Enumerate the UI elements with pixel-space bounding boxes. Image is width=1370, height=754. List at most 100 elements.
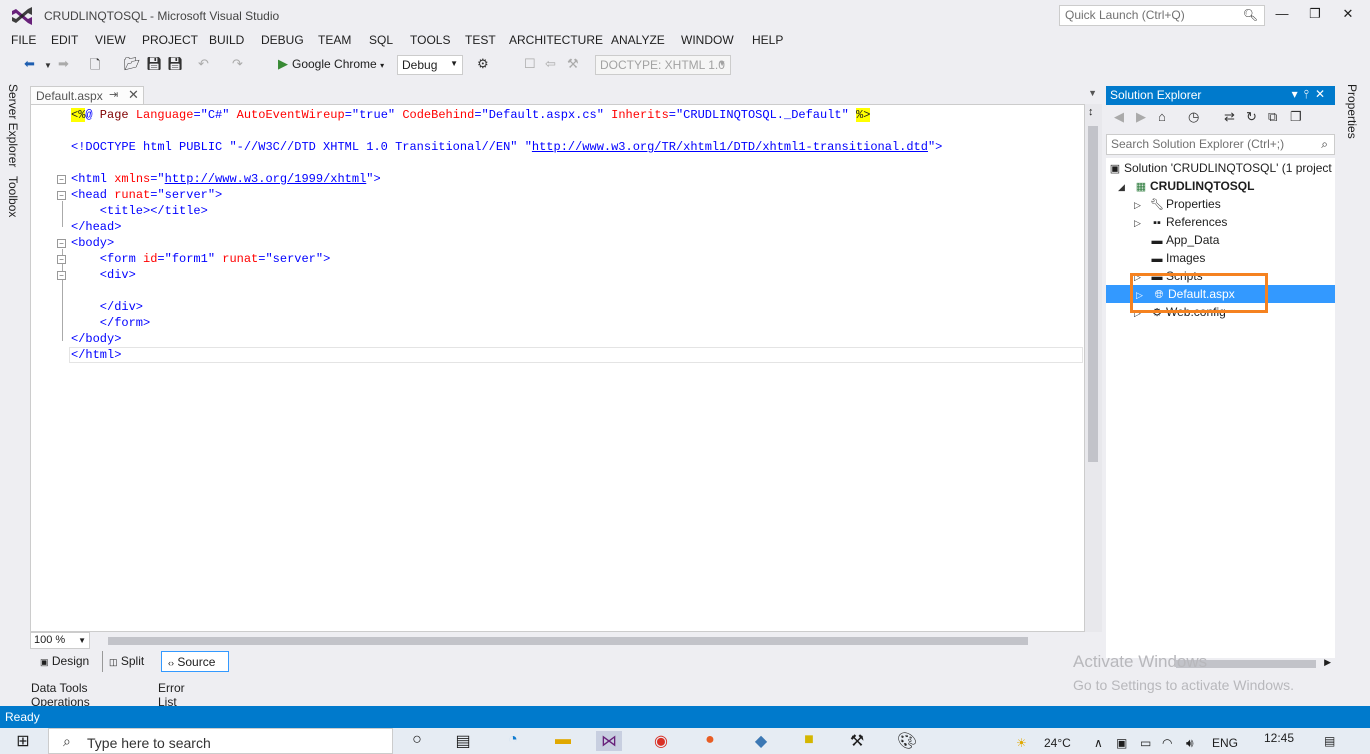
tab-split[interactable]: ◫ Split bbox=[102, 651, 150, 672]
battery-icon[interactable]: ▭ bbox=[1140, 736, 1151, 750]
solution-configuration-select[interactable]: Debug ▼ bbox=[397, 55, 463, 75]
expand-arrow-icon[interactable]: ▷ bbox=[1134, 196, 1148, 214]
dtd-url-link[interactable]: http://www.w3.org/TR/xhtml1/DTD/xhtml1-t… bbox=[532, 140, 928, 154]
split-editor-icon[interactable]: ↕ bbox=[1088, 106, 1094, 118]
menu-sql[interactable]: SQL bbox=[369, 33, 393, 47]
edge-icon[interactable]: ◔ bbox=[500, 731, 526, 751]
notifications-icon[interactable]: ▤ bbox=[1324, 734, 1335, 748]
menu-build[interactable]: BUILD bbox=[209, 33, 244, 47]
redo-icon[interactable]: ↷ bbox=[232, 56, 243, 74]
menu-debug[interactable]: DEBUG bbox=[261, 33, 304, 47]
collapse-form-icon[interactable]: − bbox=[57, 255, 66, 264]
save-icon[interactable]: 💾︎ bbox=[146, 56, 163, 74]
menu-architecture[interactable]: ARCHITECTURE bbox=[509, 33, 603, 47]
browser-link-icon[interactable]: ⚙ bbox=[477, 56, 489, 74]
collapse-all-icon[interactable]: ⧉ bbox=[1268, 109, 1277, 127]
cortana-icon[interactable]: ○ bbox=[404, 731, 430, 751]
menu-test[interactable]: TEST bbox=[465, 33, 496, 47]
minimize-button[interactable]: — bbox=[1272, 6, 1292, 24]
refresh-icon[interactable]: ↻ bbox=[1246, 109, 1257, 127]
app-icon[interactable]: ● bbox=[697, 731, 723, 751]
collapse-div-icon[interactable]: − bbox=[57, 271, 66, 280]
menu-view[interactable]: VIEW bbox=[95, 33, 126, 47]
volume-icon[interactable]: 🔊︎ bbox=[1186, 736, 1194, 751]
menu-team[interactable]: TEAM bbox=[318, 33, 351, 47]
collapse-html-icon[interactable]: − bbox=[57, 175, 66, 184]
tab-default-aspx[interactable]: Default.aspx ⇥ ✕ bbox=[30, 86, 144, 104]
show-all-files-icon[interactable]: ❐ bbox=[1290, 109, 1302, 127]
server-explorer-tab[interactable]: Server Explorer bbox=[6, 84, 20, 167]
toolbox-tab[interactable]: Toolbox bbox=[6, 176, 20, 217]
navigate-icon[interactable]: ⇦ bbox=[545, 56, 556, 74]
back-icon[interactable]: ◀ bbox=[1114, 109, 1124, 127]
menu-file[interactable]: FILE bbox=[11, 33, 36, 47]
weather-temp[interactable]: 24°C bbox=[1044, 736, 1071, 750]
file-explorer-icon[interactable]: ▬ bbox=[550, 731, 576, 751]
sticky-notes-icon[interactable]: ■ bbox=[796, 731, 822, 751]
zoom-select[interactable]: 100 % ▼ bbox=[30, 632, 90, 649]
menu-window[interactable]: WINDOW bbox=[681, 33, 734, 47]
pending-changes-icon[interactable]: ◷ bbox=[1188, 109, 1199, 127]
doctype-select[interactable]: DOCTYPE: XHTML 1.0 ▼ bbox=[595, 55, 731, 75]
network-icon[interactable]: ▣ bbox=[1116, 736, 1127, 750]
scroll-thumb[interactable] bbox=[1088, 126, 1098, 462]
menu-help[interactable]: HELP bbox=[752, 33, 783, 47]
restore-button[interactable]: ❐ bbox=[1305, 6, 1325, 24]
tools-icon[interactable]: ⚒ bbox=[567, 56, 579, 74]
quick-launch-input[interactable]: Quick Launch (Ctrl+Q) 🔍︎ bbox=[1059, 5, 1265, 26]
tab-source[interactable]: ‹› Source bbox=[161, 651, 229, 672]
xmlns-url-link[interactable]: http://www.w3.org/1999/xhtml bbox=[165, 172, 367, 186]
pin-icon[interactable]: ⇥ bbox=[109, 88, 118, 101]
sync-icon[interactable]: ⇄ bbox=[1224, 109, 1235, 127]
expand-arrow-icon[interactable]: ▷ bbox=[1134, 214, 1148, 232]
forward-icon[interactable]: ➡ bbox=[58, 56, 69, 74]
tree-solution[interactable]: ▣ Solution 'CRUDLINQTOSQL' (1 project bbox=[1106, 159, 1335, 177]
python-icon[interactable]: ◆ bbox=[748, 731, 774, 751]
close-button[interactable]: ✕ bbox=[1338, 6, 1358, 24]
back-icon[interactable]: ⬅ bbox=[24, 56, 35, 74]
tree-item-references[interactable]: ▷ ▪▪ References bbox=[1134, 213, 1227, 231]
properties-tab[interactable]: Properties bbox=[1345, 84, 1359, 139]
undo-icon[interactable]: ↶ bbox=[198, 56, 209, 74]
wifi-icon[interactable]: ◠ bbox=[1162, 736, 1172, 750]
chrome-icon[interactable]: ◉ bbox=[648, 731, 674, 751]
collapse-body-icon[interactable]: − bbox=[57, 239, 66, 248]
tree-item-app-data[interactable]: ▬ App_Data bbox=[1148, 231, 1220, 249]
menu-tools[interactable]: TOOLS bbox=[410, 33, 450, 47]
back-dropdown-icon[interactable]: ▼ bbox=[44, 61, 52, 79]
clock-time[interactable]: 12:45 bbox=[1264, 731, 1294, 745]
menu-project[interactable]: PROJECT bbox=[142, 33, 198, 47]
comment-icon[interactable]: ☐ bbox=[524, 56, 536, 74]
editor-horizontal-scrollbar[interactable] bbox=[108, 637, 1028, 645]
task-view-icon[interactable]: ▤ bbox=[450, 731, 476, 751]
menu-edit[interactable]: EDIT bbox=[51, 33, 78, 47]
start-debugging-button[interactable]: ▶ Google Chrome ▾ bbox=[278, 56, 384, 74]
expanded-arrow-icon[interactable]: ◢ bbox=[1118, 178, 1132, 196]
open-file-icon[interactable]: 📂︎ bbox=[124, 56, 141, 74]
start-windows-icon[interactable]: ⊞ bbox=[10, 731, 36, 751]
weather-icon[interactable]: ☀ bbox=[1016, 736, 1027, 750]
visual-studio-taskbar-icon[interactable]: ⋈ bbox=[596, 731, 622, 751]
paint-icon[interactable]: 🎨︎ bbox=[894, 731, 920, 751]
tree-item-properties[interactable]: ▷ 🔧︎ Properties bbox=[1134, 195, 1221, 213]
dropdown-icon[interactable]: ▾ bbox=[1292, 87, 1304, 101]
collapse-head-icon[interactable]: − bbox=[57, 191, 66, 200]
tray-chevron-icon[interactable]: ∧ bbox=[1094, 736, 1103, 750]
new-project-icon[interactable]: 🗋︎ bbox=[90, 56, 100, 74]
input-language[interactable]: ENG bbox=[1212, 736, 1238, 750]
home-icon[interactable]: ⌂ bbox=[1158, 109, 1166, 127]
tab-design[interactable]: ▣ Design bbox=[34, 651, 95, 672]
menu-analyze[interactable]: ANALYZE bbox=[611, 33, 665, 47]
solution-search-input[interactable]: Search Solution Explorer (Ctrl+;) ⌕ bbox=[1106, 134, 1335, 155]
tree-project[interactable]: ◢ ▦ CRUDLINQTOSQL bbox=[1118, 177, 1254, 195]
pin-icon[interactable]: ⫯ bbox=[1304, 87, 1315, 101]
close-icon[interactable]: ✕ bbox=[1315, 87, 1331, 101]
tree-item-images[interactable]: ▬ Images bbox=[1148, 249, 1206, 267]
forward-icon[interactable]: ▶ bbox=[1136, 109, 1146, 127]
tool-icon[interactable]: ⚒ bbox=[844, 731, 870, 751]
close-tab-icon[interactable]: ✕ bbox=[128, 87, 139, 103]
save-all-icon[interactable]: 💾︎ bbox=[167, 56, 184, 74]
tab-list-dropdown-icon[interactable]: ▼ bbox=[1088, 88, 1097, 98]
taskbar-search-input[interactable]: ⌕ Type here to search bbox=[48, 728, 393, 754]
code-editor[interactable]: <%@ Page Language="C#" AutoEventWireup="… bbox=[30, 104, 1085, 632]
